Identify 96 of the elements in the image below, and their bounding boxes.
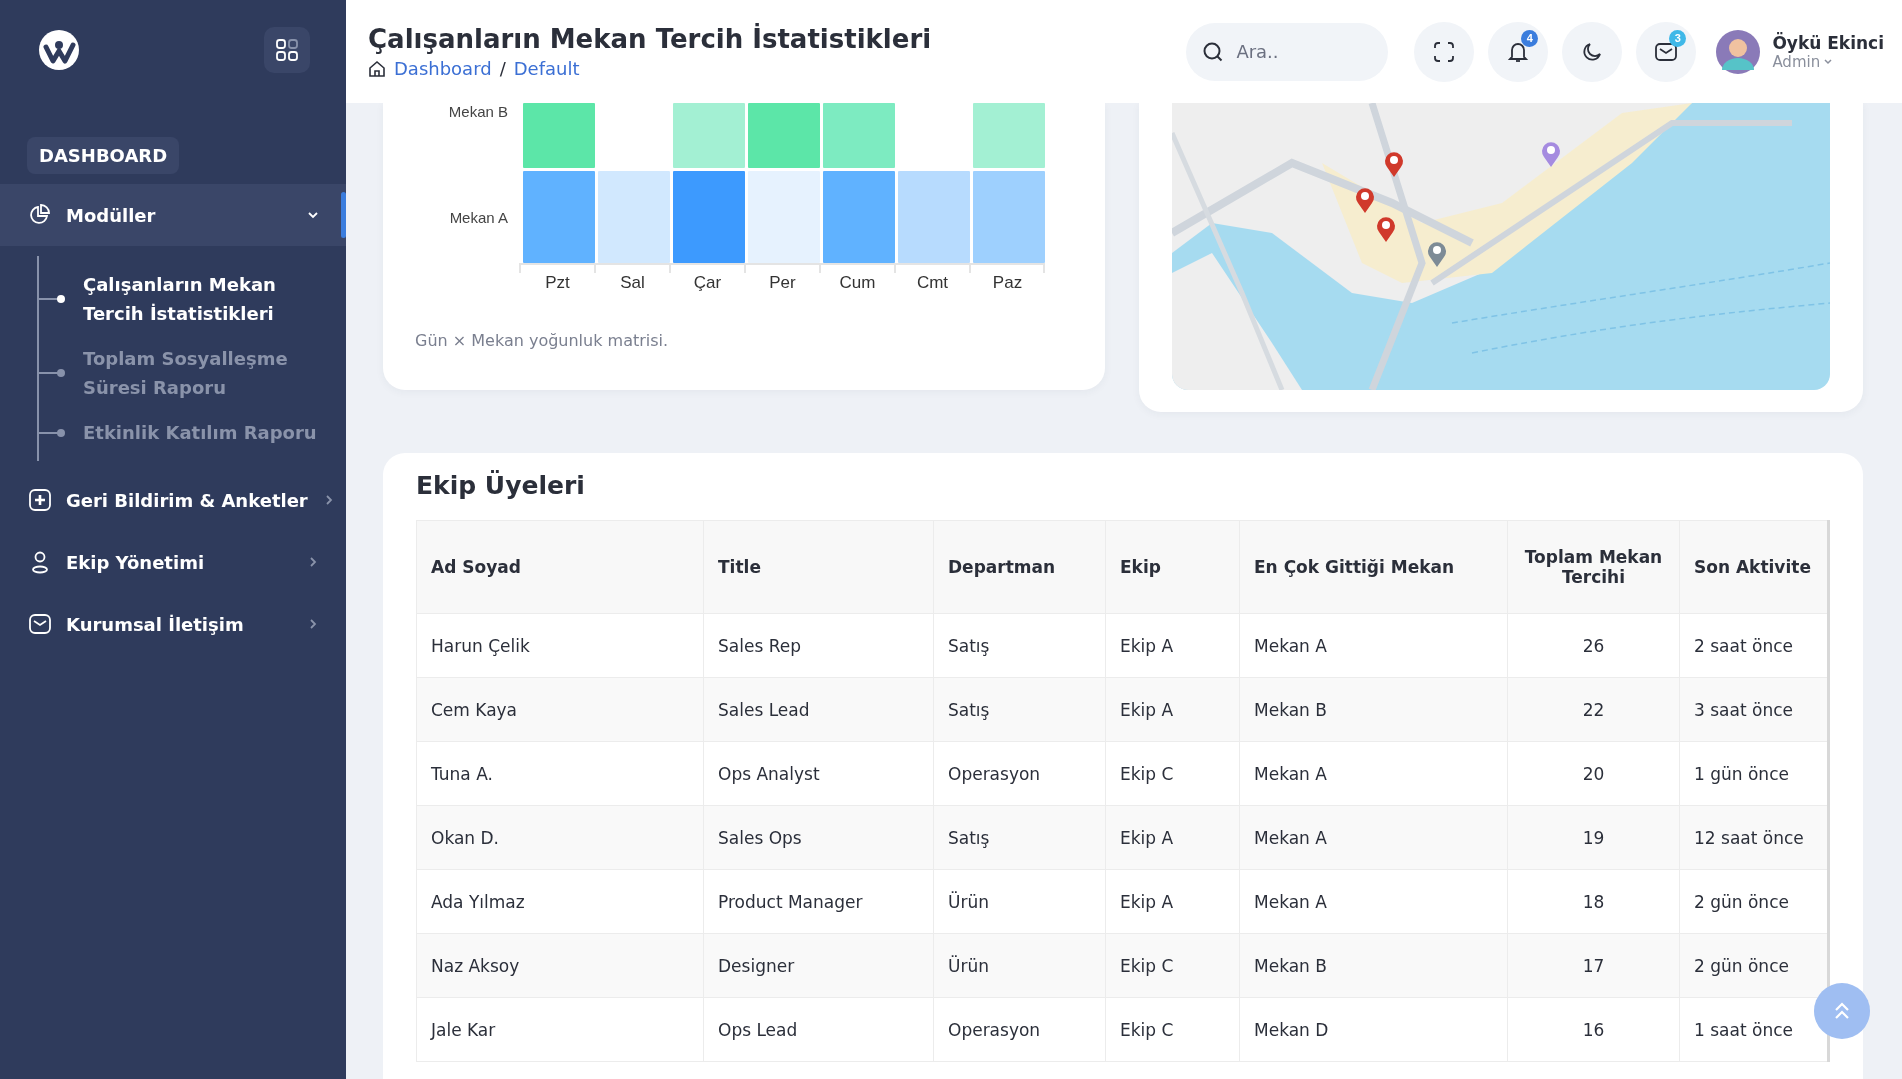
table-cell: Operasyon (933, 741, 1106, 806)
day-label: Pzt (544, 273, 571, 293)
column-header: En Çok Gittiği Mekan (1239, 520, 1508, 614)
table-cell: Operasyon (933, 997, 1106, 1062)
table-cell: Mekan B (1239, 677, 1508, 742)
count-badge: 3 (1669, 29, 1687, 47)
column-header: Toplam Mekan Tercihi (1507, 520, 1680, 614)
table-cell: Jale Kar (416, 997, 704, 1062)
day-label: Cum (838, 273, 877, 293)
menu-label: Modüller (66, 204, 157, 226)
row-label: Mekan B (447, 103, 509, 120)
column-header: Ekip (1105, 520, 1240, 614)
table-cell: Ürün (933, 869, 1106, 934)
grid-icon (275, 37, 299, 62)
user-name: Öykü Ekinci (1772, 32, 1884, 53)
breadcrumb-link[interactable]: Dashboard (394, 58, 492, 79)
menu-item[interactable]: Kurumsal İletişim (0, 593, 346, 655)
table-cell: 20 (1507, 741, 1680, 806)
menu-item[interactable]: Ekip Yönetimi (0, 531, 346, 593)
table-cell: Tuna A. (416, 741, 704, 806)
menu-item[interactable]: Geri Bildirim & Anketler (0, 469, 346, 531)
home-icon (368, 59, 386, 78)
submenu-item[interactable]: Çalışanların Mekan Tercih İstatistikleri (39, 262, 346, 336)
day-label: Per (768, 273, 797, 293)
plus-square-icon (28, 488, 52, 512)
fullscreen-icon (1432, 39, 1457, 64)
menu-label: Geri Bildirim & Anketler (66, 489, 308, 511)
avatar (1716, 29, 1761, 74)
table-cell: Harun Çelik (416, 613, 704, 678)
table-cell: Product Manager (703, 869, 934, 934)
table-cell: 12 saat önce (1679, 805, 1829, 870)
table-cell: Okan D. (416, 805, 704, 870)
table-cell: Mekan B (1239, 933, 1508, 998)
table-cell: Mekan A (1239, 805, 1508, 870)
chevron-down-icon (1823, 56, 1834, 67)
table-cell: Sales Lead (703, 677, 934, 742)
table-cell: 26 (1507, 613, 1680, 678)
column-header: Departman (933, 520, 1106, 614)
section-label: DASHBOARD (27, 137, 180, 174)
table-cell: 3 saat önce (1679, 677, 1829, 742)
notifications-button[interactable]: 4 (1488, 21, 1549, 82)
table-cell: Ekip A (1105, 677, 1240, 742)
table-cell: Ada Yılmaz (416, 869, 704, 934)
table-cell: 17 (1507, 933, 1680, 998)
menu-label: Kurumsal İletişim (66, 613, 245, 635)
logo (38, 28, 80, 71)
table-cell: Ekip C (1105, 933, 1240, 998)
page-title: Çalışanların Mekan Tercih İstatistikleri (368, 24, 933, 54)
submenu-item[interactable]: Toplam Sosyalleşme Süresi Raporu (39, 336, 346, 410)
submenu-item[interactable]: Etkinlik Katılım Raporu (39, 410, 346, 455)
table-cell: Ürün (933, 933, 1106, 998)
column-header: Son Aktivite (1679, 520, 1829, 614)
chart-caption: Gün × Mekan yoğunluk matrisi. (415, 331, 670, 350)
table-cell: Ops Lead (703, 997, 934, 1062)
table-cell: Ekip A (1105, 613, 1240, 678)
day-label: Sal (619, 273, 646, 293)
menu-item[interactable]: Modüller (0, 184, 346, 246)
search-field[interactable]: Ara.. (1186, 22, 1389, 81)
column-header: Title (703, 520, 934, 614)
row-label: Mekan A (448, 208, 509, 226)
table-cell: Ekip C (1105, 741, 1240, 806)
menu-label: Ekip Yönetimi (66, 551, 206, 573)
table-cell: Designer (703, 933, 934, 998)
section-title: Ekip Üyeleri (416, 471, 586, 500)
day-label: Paz (991, 273, 1024, 293)
day-label: Çar (692, 273, 723, 293)
day-label: Cmt (915, 273, 950, 293)
table-cell: Mekan D (1239, 997, 1508, 1062)
table-cell: Mekan A (1239, 869, 1508, 934)
table-cell: Ekip C (1105, 997, 1240, 1062)
table-cell: Sales Rep (703, 613, 934, 678)
breadcrumb-link[interactable]: Default (513, 58, 580, 79)
table-cell: Cem Kaya (416, 677, 704, 742)
apps-menu-button[interactable] (264, 26, 310, 73)
table-cell: Satış (933, 677, 1106, 742)
table-cell: Ekip A (1105, 869, 1240, 934)
mail-icon (28, 612, 52, 636)
column-header: Ad Soyad (416, 520, 704, 614)
table-cell: 18 (1507, 869, 1680, 934)
search-icon (1202, 40, 1225, 63)
table-cell: Mekan A (1239, 741, 1508, 806)
table-cell: Sales Ops (703, 805, 934, 870)
table-cell: 19 (1507, 805, 1680, 870)
count-badge: 4 (1521, 29, 1539, 47)
table-cell: Ekip A (1105, 805, 1240, 870)
pie-chart-icon (28, 203, 52, 227)
table-cell: Satış (933, 613, 1106, 678)
table-cell: Ops Analyst (703, 741, 934, 806)
table-cell: Naz Aksoy (416, 933, 704, 998)
table-cell: Mekan A (1239, 613, 1508, 678)
breadcrumb-separator: / (499, 58, 506, 79)
table-cell: 16 (1507, 997, 1680, 1062)
table-cell: Satış (933, 805, 1106, 870)
table-cell: 22 (1507, 677, 1680, 742)
table-cell: 2 gün önce (1679, 933, 1829, 998)
user-role: Admin (1772, 52, 1821, 71)
